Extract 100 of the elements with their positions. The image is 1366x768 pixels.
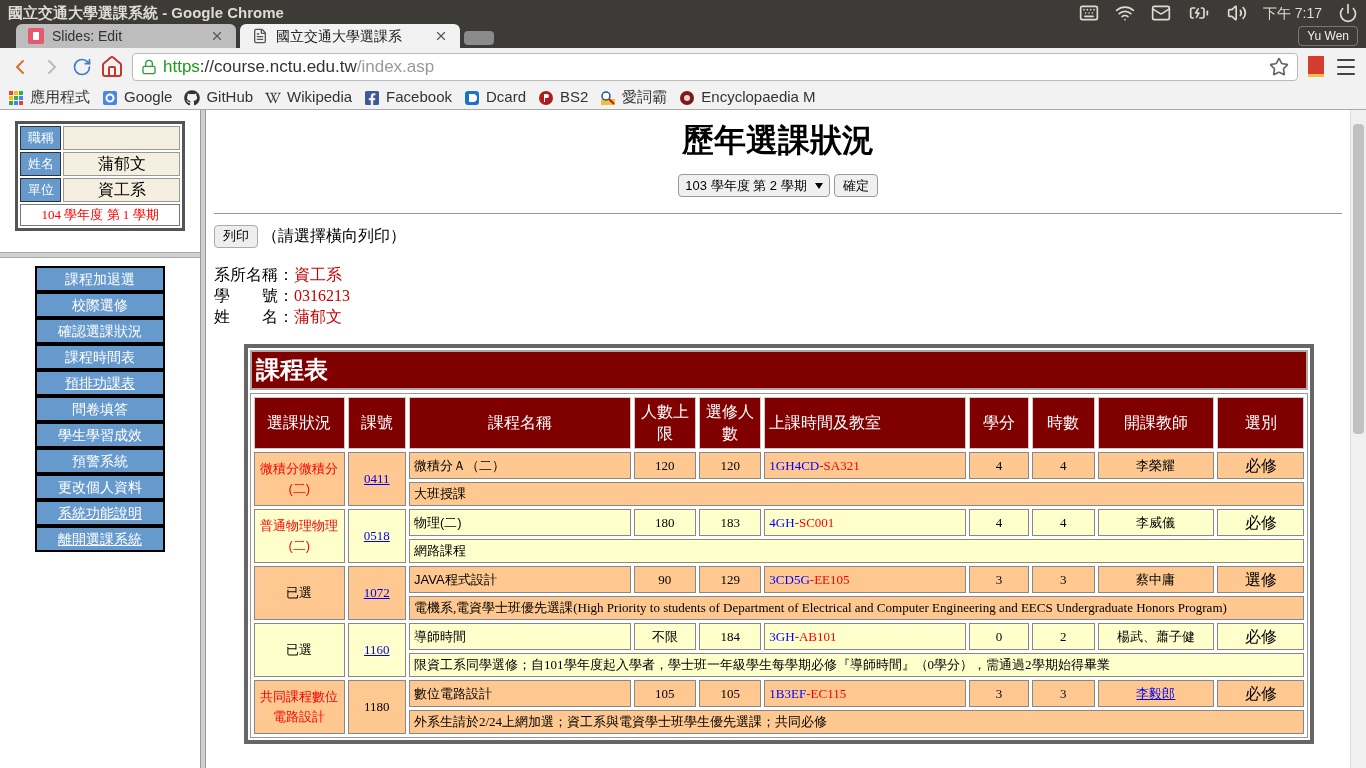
table-cell: 4 bbox=[968, 509, 1030, 536]
table-cell: 3 bbox=[1032, 566, 1095, 593]
google-icon bbox=[102, 89, 118, 106]
table-cell: 3 bbox=[968, 680, 1030, 707]
dcard-icon bbox=[463, 89, 480, 106]
close-icon[interactable] bbox=[210, 29, 224, 43]
course-code-link[interactable]: 0411 bbox=[364, 471, 390, 487]
table-cell: 120 bbox=[698, 452, 762, 479]
table-cell: 網路課程 bbox=[409, 539, 1304, 563]
confirm-button[interactable]: 確定 bbox=[833, 174, 878, 197]
teacher-name: 李威儀 bbox=[1136, 514, 1176, 530]
address-bar[interactable]: https://course.nctu.edu.tw/index.asp bbox=[132, 53, 1298, 81]
table-cell: 105 bbox=[633, 680, 696, 707]
info-label: 學 號： bbox=[214, 286, 294, 306]
table-cell: 已選 bbox=[254, 623, 345, 677]
table-cell: 必修 bbox=[1217, 509, 1304, 536]
teacher-name: 李榮耀 bbox=[1136, 457, 1176, 473]
profile-label: 姓名 bbox=[20, 152, 61, 176]
table-cell: 必修 bbox=[1217, 452, 1304, 479]
course-code: 1180 bbox=[364, 699, 390, 715]
bookmark-item[interactable]: Wikipedia bbox=[265, 86, 353, 109]
table-cell: 3GH-AB101 bbox=[764, 623, 966, 650]
table-cell: 120 bbox=[633, 452, 696, 479]
table-cell: 105 bbox=[698, 680, 762, 707]
keyboard-icon[interactable] bbox=[1078, 3, 1099, 23]
column-header: 課程名稱 bbox=[409, 397, 631, 449]
url-text: https://course.nctu.edu.tw/index.asp bbox=[163, 56, 436, 79]
table-cell: 4 bbox=[1032, 452, 1095, 479]
course-code-link[interactable]: 1160 bbox=[364, 642, 390, 658]
bookmark-item[interactable]: 應用程式 bbox=[8, 86, 90, 109]
mail-icon[interactable] bbox=[1150, 3, 1171, 23]
browser-tab[interactable]: Slides: Edit bbox=[16, 24, 236, 48]
course-code-link[interactable]: 0518 bbox=[363, 528, 390, 544]
power-icon[interactable] bbox=[1338, 3, 1358, 23]
print-button[interactable]: 列印 bbox=[214, 224, 258, 248]
column-header: 時數 bbox=[1032, 397, 1095, 449]
semester-select[interactable]: 103 學年度 第 2 學期 bbox=[678, 174, 830, 197]
table-cell: 4 bbox=[968, 452, 1030, 479]
profile-value: 資工系 bbox=[63, 178, 180, 202]
table-cell: 3CD5G-EE105 bbox=[764, 566, 966, 593]
scrollbar-thumb[interactable] bbox=[1353, 124, 1364, 434]
table-cell: 微積分Ａ（二） bbox=[409, 452, 631, 479]
bookmark-item[interactable]: GitHub bbox=[184, 86, 254, 109]
column-header: 學分 bbox=[968, 397, 1030, 449]
table-cell: 1GH4CD-SA321 bbox=[764, 452, 966, 479]
close-icon[interactable] bbox=[434, 29, 448, 43]
tab-title: 國立交通大學選課系 bbox=[276, 26, 403, 46]
table-cell: 數位電路設計 bbox=[409, 680, 631, 707]
column-header: 選課狀況 bbox=[254, 397, 345, 449]
wifi-icon[interactable] bbox=[1114, 3, 1135, 23]
table-cell: 4GH-SC001 bbox=[764, 509, 966, 536]
teacher-link[interactable]: 李毅郎 bbox=[1136, 685, 1176, 701]
magnifier-icon bbox=[600, 89, 617, 106]
table-cell: 大班授課 bbox=[409, 482, 1304, 506]
table-cell: 必修 bbox=[1217, 623, 1304, 650]
bookmark-item[interactable]: BS2 bbox=[538, 86, 589, 109]
profile-badge[interactable]: Yu Wen bbox=[1298, 26, 1358, 46]
reload-icon[interactable] bbox=[72, 57, 92, 77]
bookmark-item[interactable]: Dcard bbox=[463, 86, 526, 109]
table-cell: 導師時間 bbox=[409, 623, 631, 650]
slides-favicon-icon bbox=[28, 28, 44, 44]
volume-icon[interactable] bbox=[1226, 3, 1247, 23]
bookmark-item[interactable]: Facebook bbox=[364, 86, 452, 109]
table-cell: 電機系,電資學士班優先選課(High Priority to students of Department of Electrical and Computer Engineering and EECS Undergraduate Honors Program) bbox=[409, 596, 1304, 620]
bookmark-item[interactable]: 愛詞霸 bbox=[600, 86, 668, 109]
table-cell: 選修 bbox=[1217, 566, 1304, 593]
table-cell: 外系生請於2/24上網加選；資工系與電資學士班學生優先選課；共同必修 bbox=[409, 710, 1304, 734]
bookmark-item[interactable]: Google bbox=[102, 86, 173, 109]
table-cell: 0 bbox=[968, 623, 1030, 650]
info-value: 0316213 bbox=[294, 286, 350, 306]
column-header: 人數上限 bbox=[633, 397, 696, 449]
column-header: 上課時間及教室 bbox=[764, 397, 966, 449]
bookmark-star-icon[interactable] bbox=[1269, 57, 1289, 77]
table-cell: 必修 bbox=[1217, 680, 1304, 707]
table-cell: 1B3EF-EC115 bbox=[764, 680, 966, 707]
table-cell: 183 bbox=[698, 509, 762, 536]
table-cell: 129 bbox=[698, 566, 762, 593]
column-header: 選別 bbox=[1217, 397, 1304, 449]
page-title: 歷年選課狀況 bbox=[681, 121, 875, 160]
scrollbar[interactable] bbox=[1350, 110, 1366, 768]
column-header: 開課教師 bbox=[1097, 397, 1215, 449]
browser-tab[interactable]: 國立交通大學選課系 bbox=[240, 24, 460, 48]
table-cell: 184 bbox=[698, 623, 762, 650]
profile-value: 蒲郁文 bbox=[63, 152, 180, 176]
info-label: 姓 名： bbox=[214, 307, 294, 327]
home-icon[interactable] bbox=[100, 55, 124, 79]
apps-grid-icon bbox=[8, 89, 24, 106]
profile-label: 職稱 bbox=[20, 126, 61, 150]
encyclopedia-icon bbox=[679, 89, 696, 106]
clock[interactable]: 下午 7:17 bbox=[1262, 2, 1322, 24]
table-cell: 已選 bbox=[254, 566, 345, 620]
table-cell: 限資工系同學選修；自101學年度起入學者，學士班一年級學生每學期必修『導師時間』（0學分），需通過2學期始得畢業 bbox=[409, 653, 1304, 677]
teacher-name: 蔡中庸 bbox=[1136, 571, 1176, 587]
dropdown-caret-icon bbox=[814, 181, 823, 190]
table-cell: 4 bbox=[1032, 509, 1095, 536]
dictionary-extension-icon[interactable] bbox=[1306, 55, 1326, 79]
table-cell: 不限 bbox=[633, 623, 696, 650]
course-code-link[interactable]: 1072 bbox=[363, 585, 390, 601]
window-title: 國立交通大學選課系統 - Google Chrome bbox=[8, 2, 284, 23]
bookmark-item[interactable]: Encyclopaedia M bbox=[679, 86, 816, 109]
